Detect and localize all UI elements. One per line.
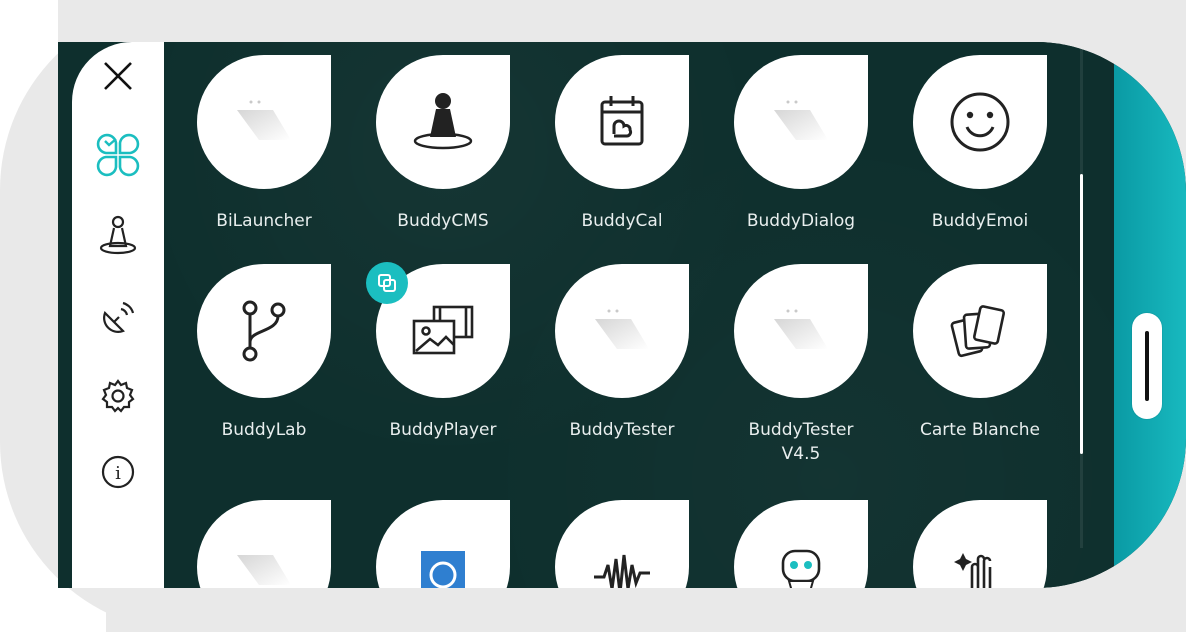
app-tile[interactable]: BuddyPlayer xyxy=(366,262,513,442)
app-bubble xyxy=(376,55,510,189)
sidebar-item-connectivity[interactable] xyxy=(90,290,146,346)
app-bubble xyxy=(734,264,868,398)
app-bubble xyxy=(366,262,510,398)
sidebar-item-apps[interactable] xyxy=(90,127,146,183)
app-tile[interactable]: BuddyTester V4.5 xyxy=(731,264,871,466)
app-bubble xyxy=(913,55,1047,189)
app-tile[interactable]: BuddyEmoi xyxy=(910,55,1050,233)
app-tile[interactable]: BuddyCMS xyxy=(373,55,513,233)
app-bubble xyxy=(734,55,868,189)
app-label: BuddyTester xyxy=(569,420,675,440)
robot-buddy-icon xyxy=(413,93,473,150)
app-bubble xyxy=(555,55,689,189)
app-label: BuddyCal xyxy=(581,211,663,231)
app-bubble xyxy=(913,264,1047,398)
app-tile[interactable]: BuddyDialog xyxy=(731,55,871,233)
svg-text:i: i xyxy=(115,463,121,484)
app-bubble xyxy=(555,264,689,398)
side-handle[interactable] xyxy=(1132,313,1162,419)
sidebar-item-info[interactable]: i xyxy=(90,444,146,500)
calendar-icon xyxy=(600,96,644,146)
satellite-signal-icon xyxy=(103,301,135,333)
app-tile[interactable]: BuddyTester xyxy=(552,264,692,442)
placeholder-icon xyxy=(774,309,828,349)
apps-grid-icon xyxy=(96,133,140,177)
app-label: BiLauncher xyxy=(216,211,312,231)
branch-icon xyxy=(242,300,286,362)
cards-icon xyxy=(950,305,1006,358)
robot-buddy-icon xyxy=(99,215,137,255)
app-label: BuddyLab xyxy=(221,420,307,440)
app-label: Carte Blanche xyxy=(920,420,1040,440)
app-tile[interactable]: Carte Blanche xyxy=(910,264,1050,442)
app-label: BuddyTester V4.5 xyxy=(748,420,854,464)
media-gallery-icon xyxy=(412,305,474,355)
gear-icon xyxy=(101,379,135,413)
app-tile[interactable]: BuddyCal xyxy=(552,55,692,233)
app-label: BuddyPlayer xyxy=(389,420,497,440)
app-tile[interactable]: BuddyLab xyxy=(194,264,334,442)
placeholder-icon xyxy=(595,309,649,349)
app-label: BuddyEmoi xyxy=(931,211,1029,231)
sidebar-item-settings[interactable] xyxy=(90,368,146,424)
placeholder-icon xyxy=(237,100,291,140)
placeholder-icon xyxy=(774,100,828,140)
smiley-icon xyxy=(950,92,1010,152)
scrollbar-thumb[interactable] xyxy=(1080,174,1083,454)
app-label: BuddyDialog xyxy=(746,211,856,231)
app-label: BuddyCMS xyxy=(397,211,489,231)
sidebar-item-robot[interactable] xyxy=(90,208,146,264)
close-button[interactable] xyxy=(90,48,146,104)
copy-icon xyxy=(378,274,396,292)
app-bubble xyxy=(197,264,331,398)
app-tile[interactable]: BiLauncher xyxy=(194,55,334,233)
app-bubble xyxy=(197,55,331,189)
x-close-icon xyxy=(104,62,132,90)
info-icon: i xyxy=(101,455,135,489)
multi-window-badge xyxy=(366,262,408,304)
